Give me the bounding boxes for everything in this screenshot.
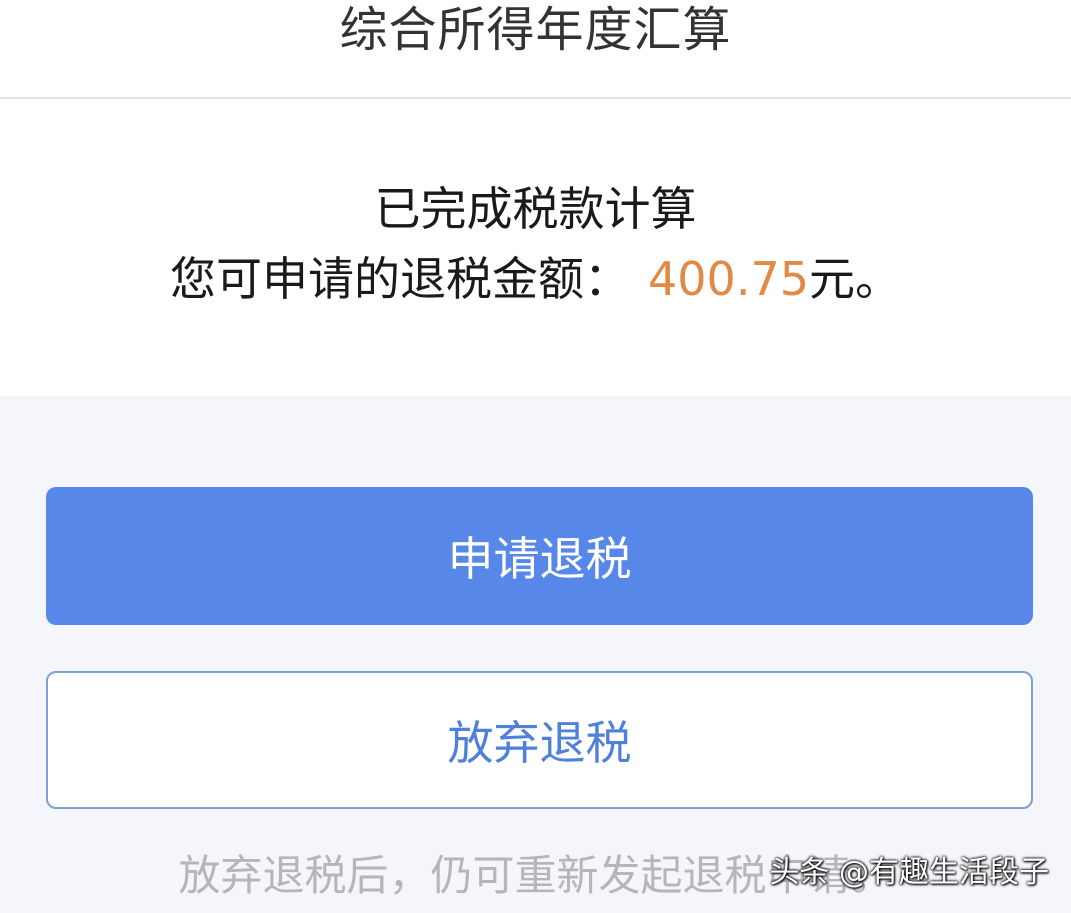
watermark: 头条 @有趣生活段子 bbox=[769, 855, 1049, 890]
page-title: 综合所得年度汇算 bbox=[339, 2, 732, 58]
page-header: 综合所得年度汇算 bbox=[0, 0, 1071, 99]
refund-amount-line: 您可申请的退税金额： 400.75元。 bbox=[0, 251, 1071, 307]
result-panel: 已完成税款计算 您可申请的退税金额： 400.75元。 bbox=[0, 99, 1071, 396]
refund-amount-unit: 元。 bbox=[808, 252, 901, 306]
refund-amount-value: 400.75 bbox=[648, 252, 809, 306]
calculation-complete-text: 已完成税款计算 bbox=[374, 182, 697, 236]
abandon-refund-button-label: 放弃退税 bbox=[447, 716, 632, 770]
refund-amount-label: 您可申请的退税金额： bbox=[170, 252, 631, 306]
apply-refund-button[interactable]: 申请退税 bbox=[46, 487, 1033, 625]
apply-refund-button-label: 申请退税 bbox=[447, 532, 632, 586]
abandon-refund-button[interactable]: 放弃退税 bbox=[46, 671, 1033, 809]
